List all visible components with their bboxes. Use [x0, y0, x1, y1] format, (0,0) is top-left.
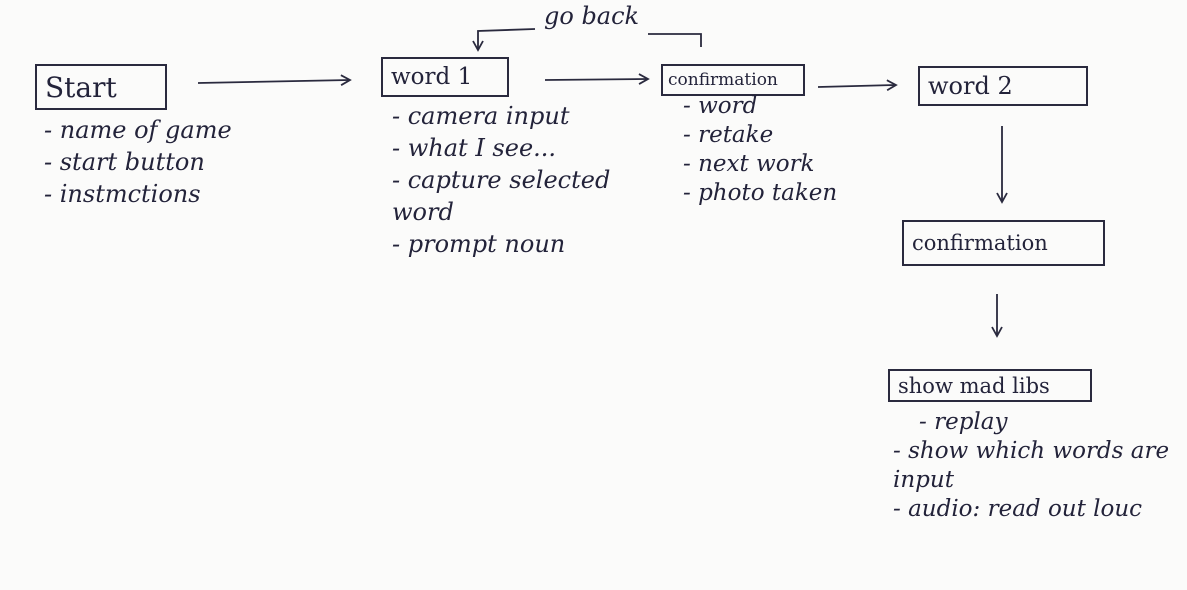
- node-start: Start: [35, 64, 167, 110]
- start-notes: - name of game - start button - instmcti…: [44, 114, 232, 210]
- note-item: - prompt noun: [392, 230, 566, 258]
- arrow-go-back: [648, 33, 702, 47]
- node-confirmation-1-label: confirmation: [668, 70, 778, 90]
- arrow-go-back-return: [472, 28, 536, 52]
- show-mad-libs-notes: - replay - show which words are input - …: [893, 408, 1183, 524]
- note-item: - retake: [683, 122, 774, 148]
- note-item: - camera input: [392, 102, 570, 130]
- note-item: - what I see...: [392, 134, 557, 162]
- word1-notes: - camera input - what I see... - capture…: [392, 100, 662, 260]
- node-show-mad-libs: show mad libs: [888, 369, 1092, 402]
- note-item: - capture selected word: [392, 166, 611, 226]
- node-word2: word 2: [918, 66, 1088, 106]
- note-item: - show which words are input: [893, 438, 1170, 493]
- arrow-start-to-word1: [197, 74, 352, 86]
- note-item: - word: [683, 93, 758, 119]
- node-confirmation-2-label: confirmation: [912, 231, 1048, 255]
- note-item: - audio: read out louc: [893, 496, 1143, 522]
- node-word1-label: word 1: [391, 64, 473, 90]
- node-word1: word 1: [381, 57, 509, 97]
- arrow-confirm1-to-word2: [817, 79, 898, 92]
- node-start-label: Start: [45, 70, 117, 104]
- note-item: - instmctions: [44, 180, 201, 208]
- node-confirmation-2: confirmation: [902, 220, 1105, 266]
- edge-label-go-back: go back: [544, 2, 640, 30]
- note-item: - replay: [919, 409, 1008, 435]
- node-show-mad-libs-label: show mad libs: [898, 373, 1050, 398]
- confirmation-1-notes: - word - retake - next work - photo take…: [683, 92, 837, 208]
- note-item: - start button: [44, 148, 205, 176]
- arrow-word1-to-confirm1: [544, 73, 650, 85]
- note-item: - name of game: [44, 116, 232, 144]
- node-word2-label: word 2: [928, 72, 1013, 100]
- flow-diagram: Start word 1 confirmation word 2 confirm…: [0, 0, 1187, 590]
- note-item: - next work: [683, 151, 815, 177]
- note-item: - photo taken: [683, 180, 838, 206]
